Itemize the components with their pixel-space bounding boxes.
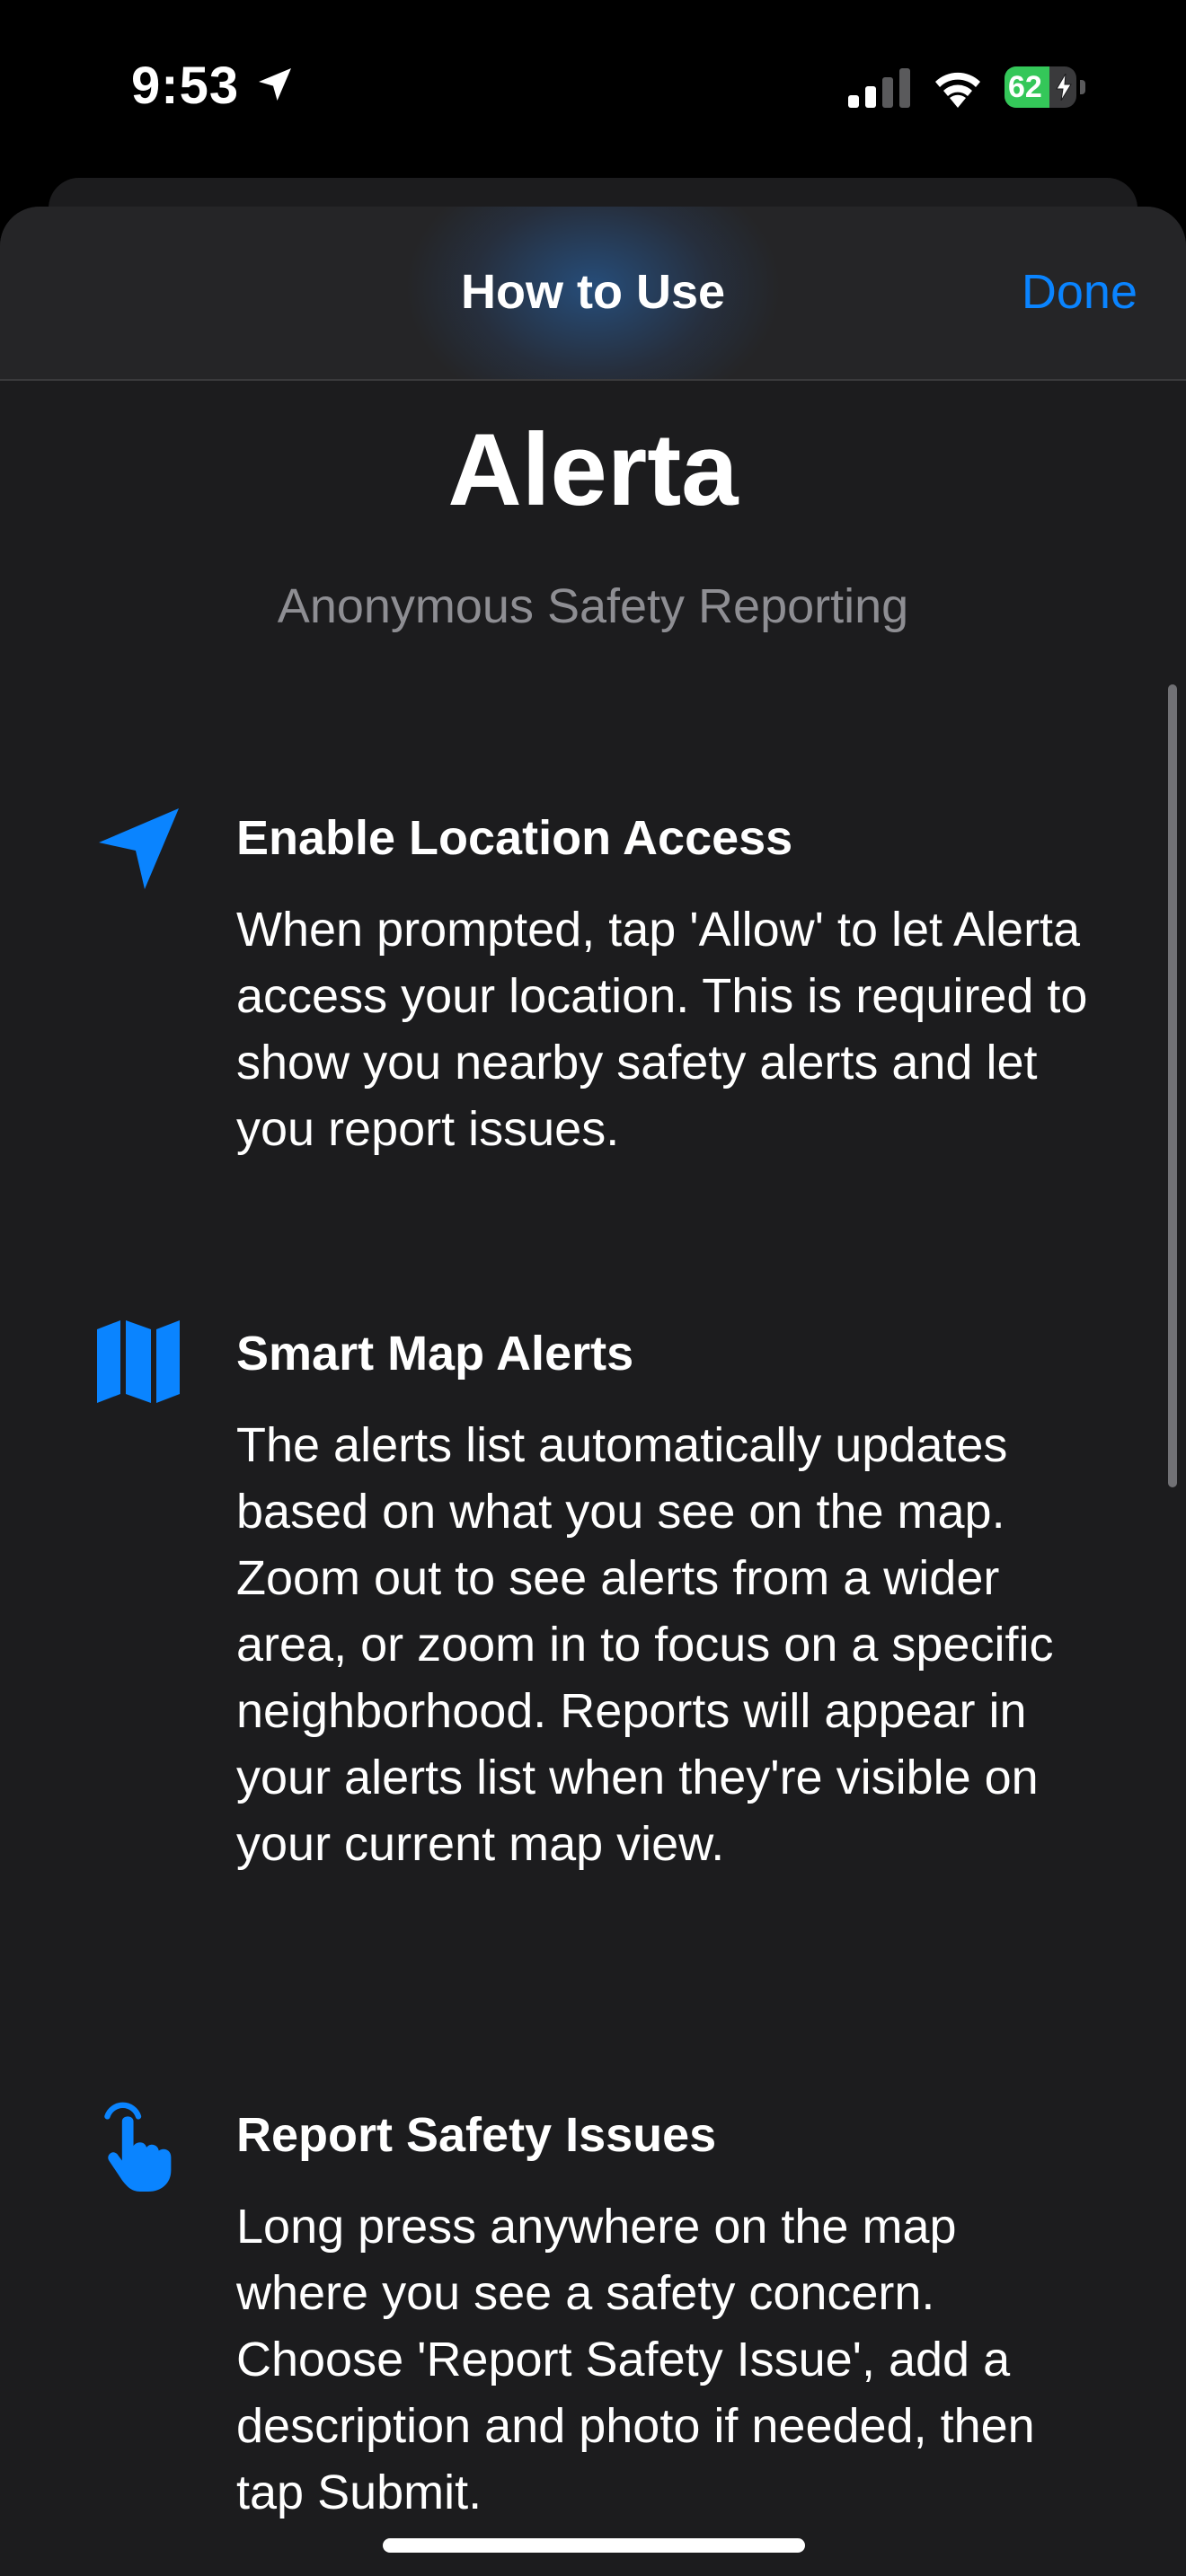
nav-bar: How to Use Done	[0, 207, 1186, 381]
hand-tap-icon	[104, 2102, 172, 2192]
how-to-use-sheet: How to Use Done Alerta Anonymous Safety …	[0, 207, 1186, 2576]
app-subtitle: Anonymous Safety Reporting	[277, 579, 909, 633]
battery-indicator: 62	[1005, 66, 1087, 108]
charging-bolt-icon	[1056, 74, 1072, 101]
battery-percent: 62	[1008, 70, 1042, 104]
battery-body: 62	[1005, 66, 1076, 108]
status-bar: 9:53 62	[0, 0, 1186, 171]
battery-cap	[1080, 80, 1085, 94]
section-body: When prompted, tap 'Allow' to let Alerta…	[236, 903, 1088, 1156]
screen: 9:53 62 How to Use Done Alerta Anonymous…	[0, 0, 1186, 2576]
wifi-icon	[935, 72, 980, 108]
section-title: Report Safety Issues	[236, 2108, 717, 2162]
home-indicator[interactable]	[383, 2538, 805, 2553]
section-body: The alerts list automatically updates ba…	[236, 1418, 1054, 1871]
location-arrow-icon	[99, 808, 179, 889]
location-services-icon	[259, 68, 291, 101]
cellular-signal-icon	[848, 68, 910, 108]
section-body: Long press anywhere on the map where you…	[236, 2200, 1035, 2519]
section-title: Smart Map Alerts	[236, 1327, 634, 1381]
app-title: Alerta	[447, 413, 739, 527]
section-title: Enable Location Access	[236, 811, 793, 865]
nav-title: How to Use	[460, 265, 726, 319]
scrollbar[interactable]	[1168, 684, 1177, 1487]
done-button[interactable]: Done	[1022, 264, 1137, 320]
status-time: 9:53	[131, 57, 240, 115]
map-icon	[97, 1320, 180, 1403]
